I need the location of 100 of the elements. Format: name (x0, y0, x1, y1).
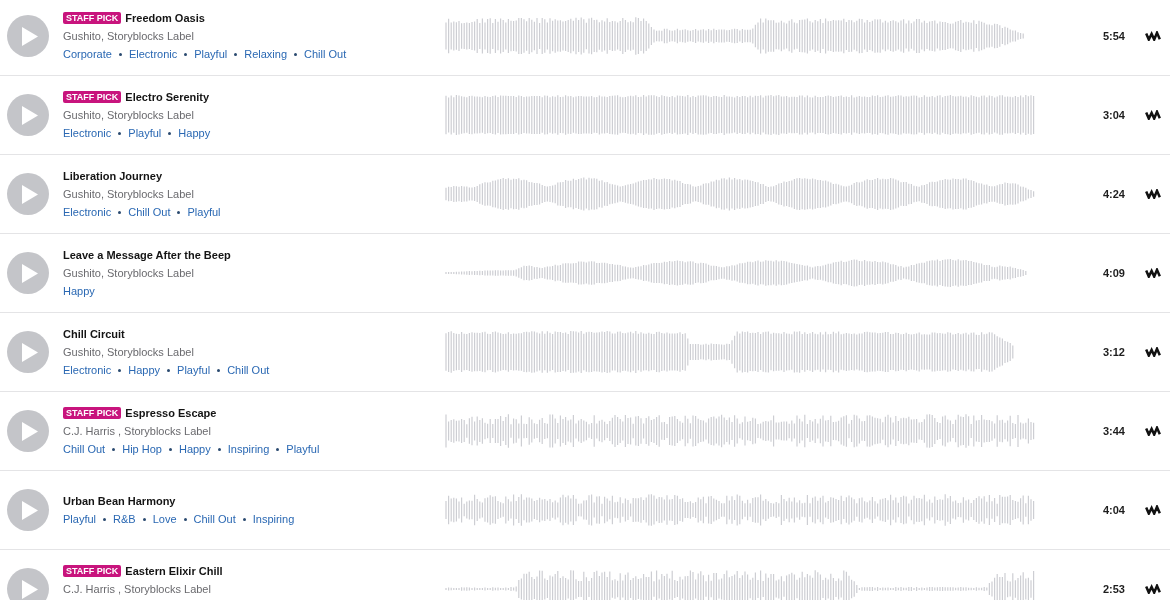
genre-tag-link[interactable]: Electronic (63, 206, 112, 218)
separator-dot-icon (276, 447, 280, 451)
play-icon (22, 184, 38, 204)
zigzag-icon[interactable] (1145, 505, 1161, 515)
separator-dot-icon (294, 52, 298, 56)
play-button[interactable] (7, 173, 49, 215)
genre-tag-link[interactable]: Corporate (63, 48, 112, 60)
play-icon (22, 263, 38, 283)
track-artist: Gushito, Storyblocks Label (63, 29, 194, 44)
separator-dot-icon (184, 52, 188, 56)
play-icon (22, 26, 38, 46)
track-title[interactable]: Eastern Elixir Chill (125, 565, 223, 577)
track-title[interactable]: Leave a Message After the Beep (63, 249, 231, 261)
waveform[interactable] (445, 14, 1025, 58)
zigzag-icon[interactable] (1145, 268, 1161, 278)
play-button[interactable] (7, 15, 49, 57)
zigzag-icon[interactable] (1145, 347, 1161, 357)
track-duration: 2:53 (1102, 583, 1125, 595)
genre-tag-link[interactable]: Love (152, 513, 177, 525)
genre-tag-link[interactable]: Chill Out (193, 513, 236, 525)
separator-dot-icon (118, 210, 122, 214)
separator-dot-icon (118, 131, 122, 135)
waveform[interactable] (445, 330, 1015, 374)
staff-pick-badge: STAFF PICK (63, 565, 122, 577)
track-title[interactable]: Liberation Journey (63, 170, 163, 182)
track-artist: C.J. Harris , Storyblocks Label (63, 582, 211, 597)
genre-tag-link[interactable]: Chill Out (63, 443, 106, 455)
track-artist: Gushito, Storyblocks Label (63, 108, 194, 123)
separator-dot-icon (118, 368, 122, 372)
track-duration: 4:09 (1102, 267, 1125, 279)
genre-tag-link[interactable]: Chill Out (128, 206, 171, 218)
genre-tag-link[interactable]: Playful (194, 48, 228, 60)
track-artist: Gushito, Storyblocks Label (63, 187, 194, 202)
genre-tag-link[interactable]: Playful (286, 443, 320, 455)
separator-dot-icon (234, 52, 238, 56)
track-duration: 3:04 (1102, 109, 1125, 121)
play-icon (22, 105, 38, 125)
zigzag-icon[interactable] (1145, 426, 1161, 436)
separator-dot-icon (168, 131, 172, 135)
track-title[interactable]: Chill Circuit (63, 328, 125, 340)
separator-dot-icon (217, 368, 221, 372)
genre-tag-link[interactable]: Happy (178, 127, 211, 139)
track-title[interactable]: Urban Bean Harmony (63, 495, 176, 507)
separator-dot-icon (183, 517, 187, 521)
genre-tag-link[interactable]: Happy (178, 443, 211, 455)
genre-tag-link[interactable]: Electronic (128, 48, 178, 60)
separator-dot-icon (177, 210, 181, 214)
track-title[interactable]: Espresso Escape (125, 407, 217, 419)
play-icon (22, 342, 38, 362)
zigzag-icon[interactable] (1145, 31, 1161, 41)
track-duration: 5:54 (1102, 30, 1125, 42)
separator-dot-icon (167, 368, 171, 372)
staff-pick-badge: STAFF PICK (63, 407, 122, 419)
separator-dot-icon (217, 447, 221, 451)
track-title[interactable]: Electro Serenity (125, 91, 210, 103)
play-icon (22, 579, 38, 599)
track-duration: 3:44 (1102, 425, 1125, 437)
play-button[interactable] (7, 252, 49, 294)
genre-tag-link[interactable]: Inspiring (252, 513, 295, 525)
zigzag-icon[interactable] (1145, 584, 1161, 594)
track-artist: Gushito, Storyblocks Label (63, 345, 194, 360)
separator-dot-icon (118, 52, 122, 56)
genre-tag-link[interactable]: Inspiring (227, 443, 270, 455)
track-artist: C.J. Harris , Storyblocks Label (63, 424, 211, 439)
staff-pick-badge: STAFF PICK (63, 12, 122, 24)
genre-tag-link[interactable]: Hip Hop (122, 443, 162, 455)
genre-tag-link[interactable]: Playful (63, 513, 97, 525)
separator-dot-icon (103, 517, 107, 521)
genre-tag-link[interactable]: Playful (177, 364, 211, 376)
genre-tag-link[interactable]: Electronic (63, 364, 112, 376)
zigzag-icon[interactable] (1145, 110, 1161, 120)
track-duration: 4:24 (1102, 188, 1125, 200)
separator-dot-icon (168, 447, 172, 451)
genre-tag-link[interactable]: Relaxing (244, 48, 288, 60)
waveform[interactable] (445, 567, 1035, 600)
genre-tag-link[interactable]: Chill Out (304, 48, 347, 60)
track-artist: Gushito, Storyblocks Label (63, 266, 194, 281)
play-icon (22, 500, 38, 520)
zigzag-icon[interactable] (1145, 189, 1161, 199)
genre-tag-link[interactable]: Electronic (63, 127, 112, 139)
genre-tag-link[interactable]: R&B (113, 513, 136, 525)
staff-pick-badge: STAFF PICK (63, 91, 122, 103)
genre-tag-link[interactable]: Chill Out (227, 364, 270, 376)
play-button[interactable] (7, 94, 49, 136)
separator-dot-icon (142, 517, 146, 521)
genre-tag-link[interactable]: Happy (63, 285, 95, 297)
separator-dot-icon (112, 447, 116, 451)
play-button[interactable] (7, 331, 49, 373)
separator-dot-icon (242, 517, 246, 521)
track-duration: 4:04 (1102, 504, 1125, 516)
waveform[interactable] (445, 93, 1037, 137)
genre-tag-link[interactable]: Playful (128, 127, 162, 139)
play-button[interactable] (7, 410, 49, 452)
track-duration: 3:12 (1102, 346, 1125, 358)
play-button[interactable] (7, 568, 49, 600)
genre-tag-link[interactable]: Playful (187, 206, 221, 218)
play-button[interactable] (7, 489, 49, 531)
track-title[interactable]: Freedom Oasis (125, 12, 205, 24)
play-icon (22, 421, 38, 441)
genre-tag-link[interactable]: Happy (128, 364, 161, 376)
